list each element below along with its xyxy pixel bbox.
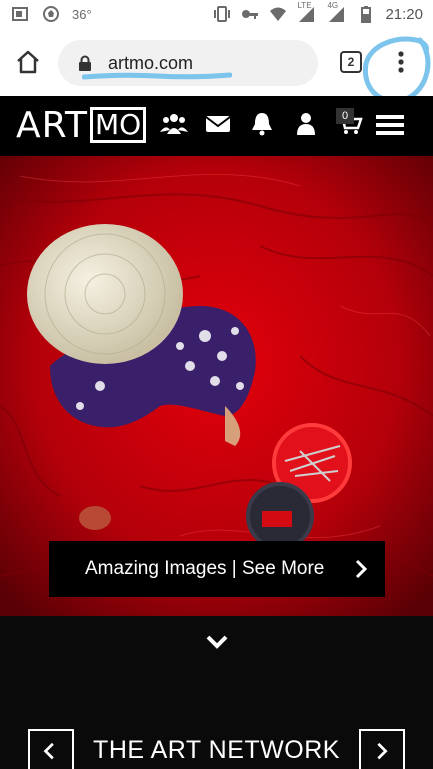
4g-label: 4G	[327, 1, 339, 10]
clock: 21:20	[385, 5, 423, 23]
wifi-icon	[270, 7, 287, 21]
artmo-logo[interactable]: ART MO	[16, 104, 147, 146]
hero-banner[interactable]: Amazing Images | See More	[0, 156, 433, 616]
chevron-right-icon	[377, 742, 388, 760]
logo-mo-text: MO	[90, 107, 147, 143]
users-icon[interactable]	[160, 110, 188, 138]
sim-icon	[12, 7, 28, 21]
annotation-circle	[362, 36, 431, 104]
carousel-next-button[interactable]	[359, 729, 405, 769]
annotation-underline	[82, 72, 232, 80]
signal-icon: LTE	[297, 1, 317, 23]
cart-count-badge: 0	[336, 108, 354, 124]
key-icon	[242, 10, 259, 19]
chevron-right-icon	[355, 559, 368, 579]
hamburger-icon[interactable]	[376, 114, 404, 136]
temperature-text: 36°	[72, 6, 92, 22]
see-more-button[interactable]: Amazing Images | See More	[49, 541, 385, 597]
see-more-label: Amazing Images | See More	[85, 558, 325, 579]
lte-label: LTE	[297, 1, 312, 10]
chevron-down-icon[interactable]	[205, 634, 229, 650]
status-bar: 36° LTE 4G 21:20	[0, 0, 433, 30]
network-section: THE ART NETWORK	[0, 616, 433, 769]
signal-4g-icon: 4G	[327, 1, 347, 23]
url-text[interactable]: artmo.com	[108, 53, 193, 74]
battery-icon	[361, 6, 372, 23]
site-header: ART MO 0	[0, 96, 433, 156]
vibrate-icon	[214, 6, 231, 22]
soccer-ball-icon	[43, 6, 59, 22]
lock-icon	[79, 55, 91, 71]
bell-icon[interactable]	[248, 110, 276, 138]
user-icon[interactable]	[292, 110, 320, 138]
tab-switcher-button[interactable]: 2	[340, 51, 362, 73]
logo-art-text: ART	[16, 104, 89, 146]
envelope-icon[interactable]	[204, 110, 232, 138]
home-icon[interactable]	[14, 48, 42, 76]
